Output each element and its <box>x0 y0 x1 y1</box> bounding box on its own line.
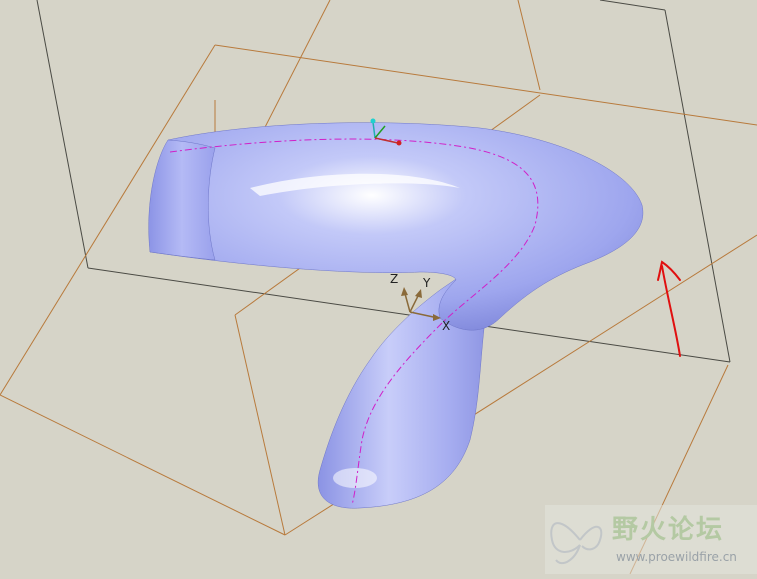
handle-highlight <box>333 468 377 488</box>
axis-z-label: Z <box>390 272 398 286</box>
watermark-title: 野火论坛 <box>612 515 724 545</box>
axis-y-label: Y <box>422 276 431 290</box>
watermark-url: www.proewildfire.cn <box>616 550 737 564</box>
origin-marker: X <box>442 319 450 333</box>
graphics-viewport[interactable]: Z Y X 野火论坛 www.proewildfire.cn <box>0 0 757 575</box>
watermark: 野火论坛 www.proewildfire.cn <box>545 505 757 574</box>
